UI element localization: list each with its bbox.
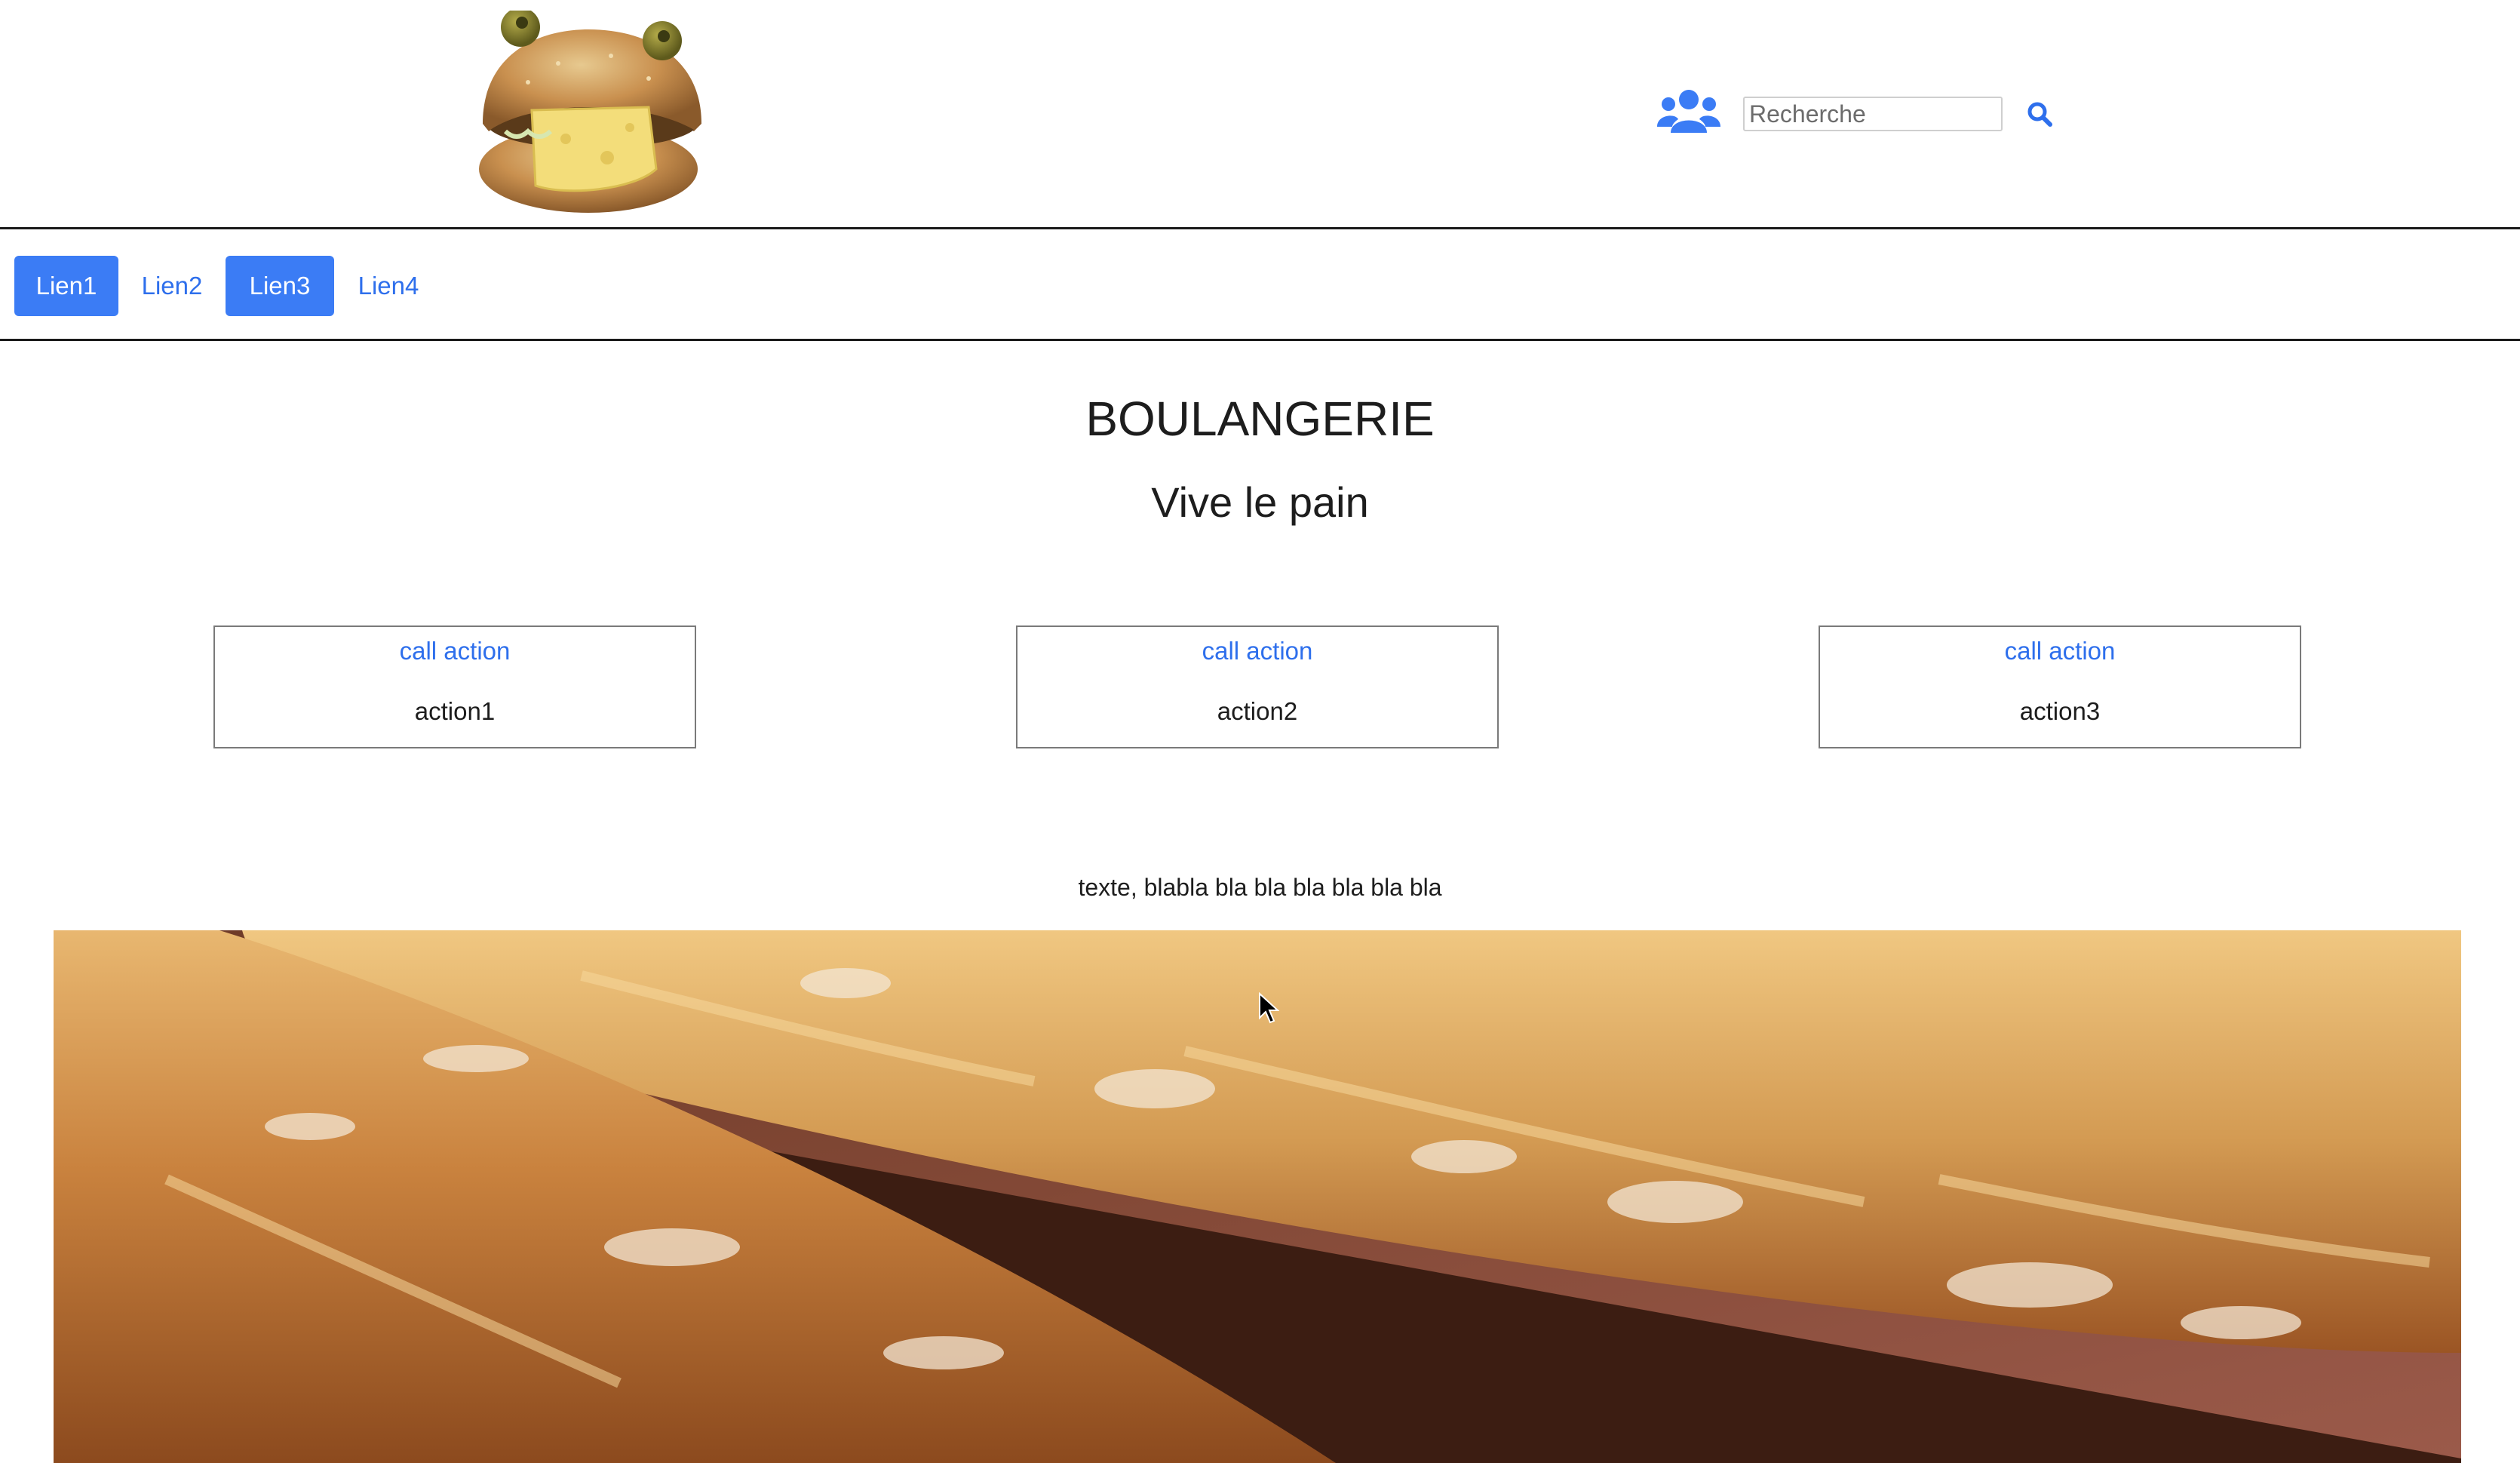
action-text-1: action1 <box>414 697 496 725</box>
nav-link-lien3[interactable]: Lien3 <box>226 256 334 316</box>
site-header <box>0 0 2520 229</box>
action-text-3: action3 <box>2019 697 2101 725</box>
page-title: BOULANGERIE <box>1085 392 1435 446</box>
page-subtitle: Vive le pain <box>1151 478 1369 526</box>
action-card-1: call action action1 <box>213 625 696 748</box>
call-action-link-2[interactable]: call action <box>1018 633 1497 669</box>
search-input[interactable] <box>1743 97 2003 131</box>
main-nav: Lien1 Lien2 Lien3 Lien4 <box>0 229 2520 341</box>
call-action-link-1[interactable]: call action <box>215 633 695 669</box>
baguette-image <box>54 930 2461 1463</box>
action-card-2: call action action2 <box>1016 625 1499 748</box>
page: Lien1 Lien2 Lien3 Lien4 BOULANGERIE Vive… <box>0 0 2520 1463</box>
action-card-3: call action action3 <box>1819 625 2301 748</box>
body-text: texte, blabla bla bla bla bla bla bla <box>1078 874 1442 901</box>
nav-link-lien2[interactable]: Lien2 <box>130 256 214 316</box>
action-text-2: action2 <box>1217 697 1298 725</box>
search-button[interactable] <box>2023 98 2056 131</box>
call-action-link-3[interactable]: call action <box>1820 633 2300 669</box>
users-icon[interactable] <box>1657 88 1720 136</box>
mouse-cursor-icon <box>1259 992 1279 1024</box>
bread-frog-logo[interactable] <box>475 11 709 216</box>
nav-link-lien4[interactable]: Lien4 <box>345 256 431 316</box>
search-icon <box>2027 102 2052 127</box>
nav-link-lien1[interactable]: Lien1 <box>14 256 118 316</box>
